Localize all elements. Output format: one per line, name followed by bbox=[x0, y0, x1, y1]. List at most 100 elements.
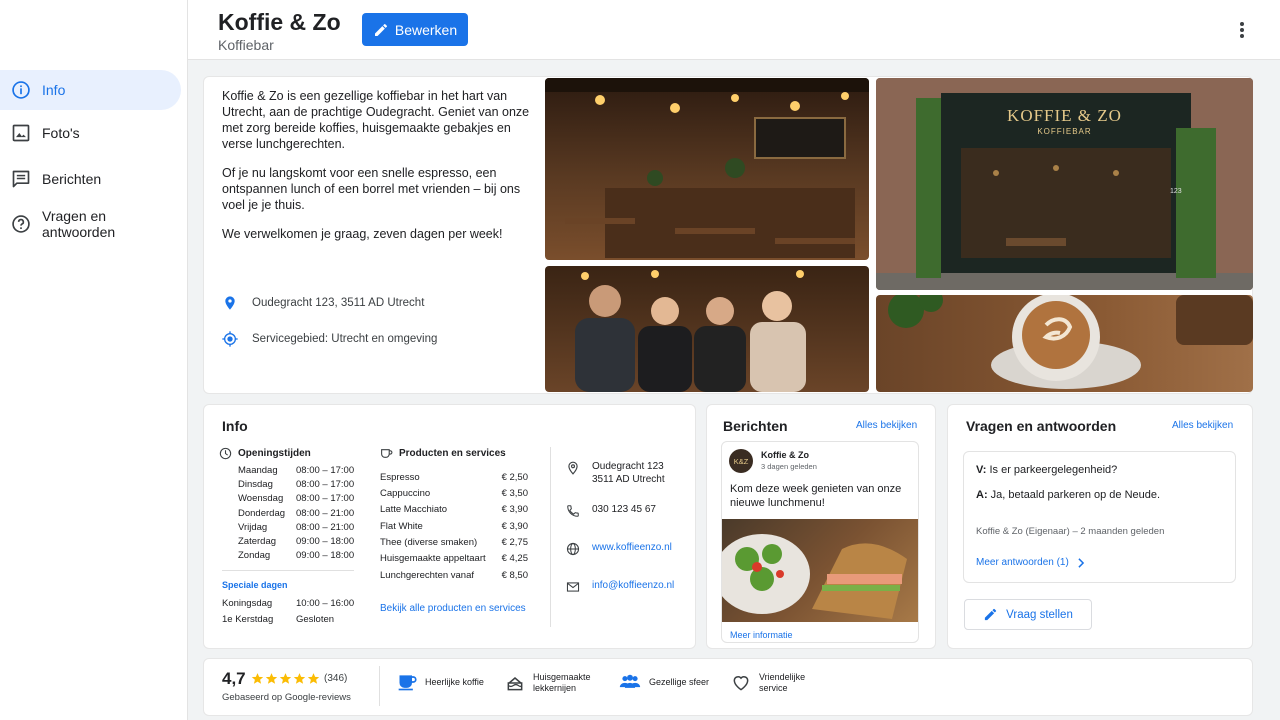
post-item[interactable]: K&Z Koffie & Zo 3 dagen geleden Kom deze… bbox=[721, 441, 919, 643]
location-pin-icon bbox=[568, 461, 578, 475]
more-answers-link[interactable]: Meer antwoorden (1) bbox=[976, 557, 1085, 568]
photo-storefront[interactable]: KOFFIE & ZO KOFFIEBAR 123 bbox=[876, 78, 1253, 290]
hours-day: Donderdag bbox=[238, 508, 286, 519]
star-icon bbox=[307, 673, 320, 684]
products-heading-label: Producten en services bbox=[399, 448, 506, 459]
sidebar-item-questions[interactable]: Vragen en antwoorden bbox=[0, 204, 181, 244]
contact-email[interactable]: info@koffieenzo.nl bbox=[566, 580, 674, 594]
special-time: 10:00 – 16:00 bbox=[296, 598, 355, 609]
attribute-item: Huisgemaakte lekkernijen bbox=[505, 672, 597, 694]
coffee-cup-icon bbox=[381, 449, 393, 458]
product-name: Latte Macchiato bbox=[380, 504, 448, 515]
cake-icon bbox=[507, 677, 523, 691]
qa-answer-row: A: Ja, betaald parkeren op de Neude. bbox=[976, 489, 1160, 501]
about-description: Koffie & Zo is een gezellige koffiebar i… bbox=[222, 88, 542, 255]
contact-website-link[interactable]: www.koffieenzo.nl bbox=[592, 542, 672, 556]
product-name: Huisgemaakte appeltaart bbox=[380, 553, 486, 564]
contact-phone-text: 030 123 45 67 bbox=[592, 504, 656, 515]
rating-score: 4,7 bbox=[222, 669, 246, 688]
product-price: € 3,90 bbox=[501, 504, 528, 515]
posts-view-all-link[interactable]: Alles bekijken bbox=[856, 420, 917, 431]
hours-divider bbox=[222, 570, 354, 571]
sidebar-item-info[interactable]: Info bbox=[0, 70, 181, 110]
product-row: Latte Macchiato € 3,90 bbox=[380, 504, 528, 515]
qa-view-all-link[interactable]: Alles bekijken bbox=[1172, 420, 1233, 431]
post-time: 3 dagen geleden bbox=[761, 462, 817, 471]
address-text: Oudegracht 123, 3511 AD Utrecht bbox=[252, 297, 425, 309]
edit-button[interactable]: Bewerken bbox=[362, 13, 468, 46]
top-bar: Koffie & Zo Koffiebar Bewerken bbox=[0, 0, 1280, 60]
product-row: Cappuccino € 3,50 bbox=[380, 488, 528, 499]
contact-address: Oudegracht 123 3511 AD Utrecht bbox=[566, 460, 665, 486]
post-text: Kom deze week genieten van onze nieuwe l… bbox=[730, 483, 902, 509]
product-name: Cappuccino bbox=[380, 488, 431, 499]
hours-day: Zaterdag bbox=[238, 536, 277, 547]
more-options-button[interactable] bbox=[1232, 18, 1252, 42]
photo-icon bbox=[11, 123, 31, 143]
hours-time: 08:00 – 17:00 bbox=[296, 479, 355, 490]
rating-count: (346) bbox=[324, 673, 348, 684]
all-products-link[interactable]: Bekijk alle producten en services bbox=[380, 603, 526, 614]
service-area-icon bbox=[222, 331, 238, 347]
team-illustration bbox=[575, 270, 806, 392]
answer-meta: Koffie & Zo (Eigenaar) – 2 maanden geled… bbox=[976, 526, 1165, 537]
product-row: Lunchgerechten vanaf € 8,50 bbox=[380, 570, 528, 581]
product-name: Flat White bbox=[380, 521, 423, 532]
ask-question-button[interactable]: Vraag stellen bbox=[964, 599, 1092, 630]
hours-time: 09:00 – 18:00 bbox=[296, 536, 355, 547]
star-icon bbox=[265, 673, 278, 684]
star-icon bbox=[279, 673, 292, 684]
special-time: Gesloten bbox=[296, 614, 335, 625]
product-price: € 4,25 bbox=[501, 553, 528, 564]
house-number: 123 bbox=[1170, 188, 1182, 195]
special-days-heading: Speciale dagen bbox=[222, 580, 288, 590]
rating-divider bbox=[379, 666, 380, 706]
clock-icon bbox=[219, 447, 232, 460]
special-day-row: 1e Kerstdag Gesloten bbox=[222, 614, 362, 625]
attribute-item: Heerlijke koffie bbox=[397, 672, 493, 692]
more-vert-icon bbox=[1240, 22, 1244, 38]
heart-icon bbox=[733, 676, 749, 691]
contact-email-link[interactable]: info@koffieenzo.nl bbox=[592, 580, 674, 594]
salad-sandwich-illustration bbox=[722, 534, 907, 619]
product-name: Espresso bbox=[380, 472, 420, 483]
sidebar-item-label: Berichten bbox=[42, 171, 102, 187]
special-day: Koningsdag bbox=[222, 598, 273, 609]
hours-row: Maandag 08:00 – 17:00 bbox=[238, 465, 358, 476]
attribute-item: Vriendelijke service bbox=[731, 672, 809, 694]
question-label: V: bbox=[976, 464, 987, 476]
sidebar-item-photos[interactable]: Foto's bbox=[0, 113, 181, 153]
hours-heading-label: Openingstijden bbox=[238, 448, 311, 459]
hours-time: 08:00 – 17:00 bbox=[296, 493, 355, 504]
qa-item: V: Is er parkeergelegenheid? A: Ja, beta… bbox=[963, 451, 1236, 583]
product-price: € 3,90 bbox=[501, 521, 528, 532]
post-image bbox=[722, 519, 918, 622]
business-name: Koffie & Zo bbox=[218, 9, 341, 35]
avatar: K&Z bbox=[729, 449, 753, 473]
rating-stars bbox=[251, 672, 320, 685]
coffee-cup-icon bbox=[398, 675, 417, 691]
product-price: € 2,50 bbox=[501, 472, 528, 483]
hours-time: 09:00 – 18:00 bbox=[296, 550, 355, 561]
hours-row: Zondag 09:00 – 18:00 bbox=[238, 550, 358, 561]
hours-day: Vrijdag bbox=[238, 522, 268, 533]
special-day-row: Koningsdag 10:00 – 16:00 bbox=[222, 598, 362, 609]
sidebar-item-posts[interactable]: Berichten bbox=[0, 159, 181, 199]
contact-website[interactable]: www.koffieenzo.nl bbox=[566, 542, 672, 556]
post-more-link[interactable]: Meer informatie bbox=[730, 630, 793, 640]
service-area-row: Servicegebied: Utrecht en omgeving bbox=[222, 331, 437, 347]
photo-team[interactable] bbox=[545, 266, 869, 392]
about-paragraph: Of je nu langskomt voor een snelle espre… bbox=[222, 166, 521, 212]
star-icon bbox=[251, 673, 264, 684]
contact-phone[interactable]: 030 123 45 67 bbox=[566, 504, 656, 518]
hours-day: Dinsdag bbox=[238, 479, 273, 490]
photo-coffee[interactable] bbox=[876, 295, 1253, 392]
product-name: Thee (diverse smaken) bbox=[380, 537, 478, 548]
attribute-label: Heerlijke koffie bbox=[425, 676, 484, 687]
sidebar: Info Foto's Berichten Vragen en antwoord… bbox=[0, 60, 188, 720]
hours-row: Dinsdag 08:00 – 17:00 bbox=[238, 479, 358, 490]
photo-interior[interactable] bbox=[545, 78, 869, 260]
answer-label: A: bbox=[976, 489, 988, 501]
logo-area bbox=[0, 0, 188, 60]
hours-day: Woensdag bbox=[238, 493, 284, 504]
